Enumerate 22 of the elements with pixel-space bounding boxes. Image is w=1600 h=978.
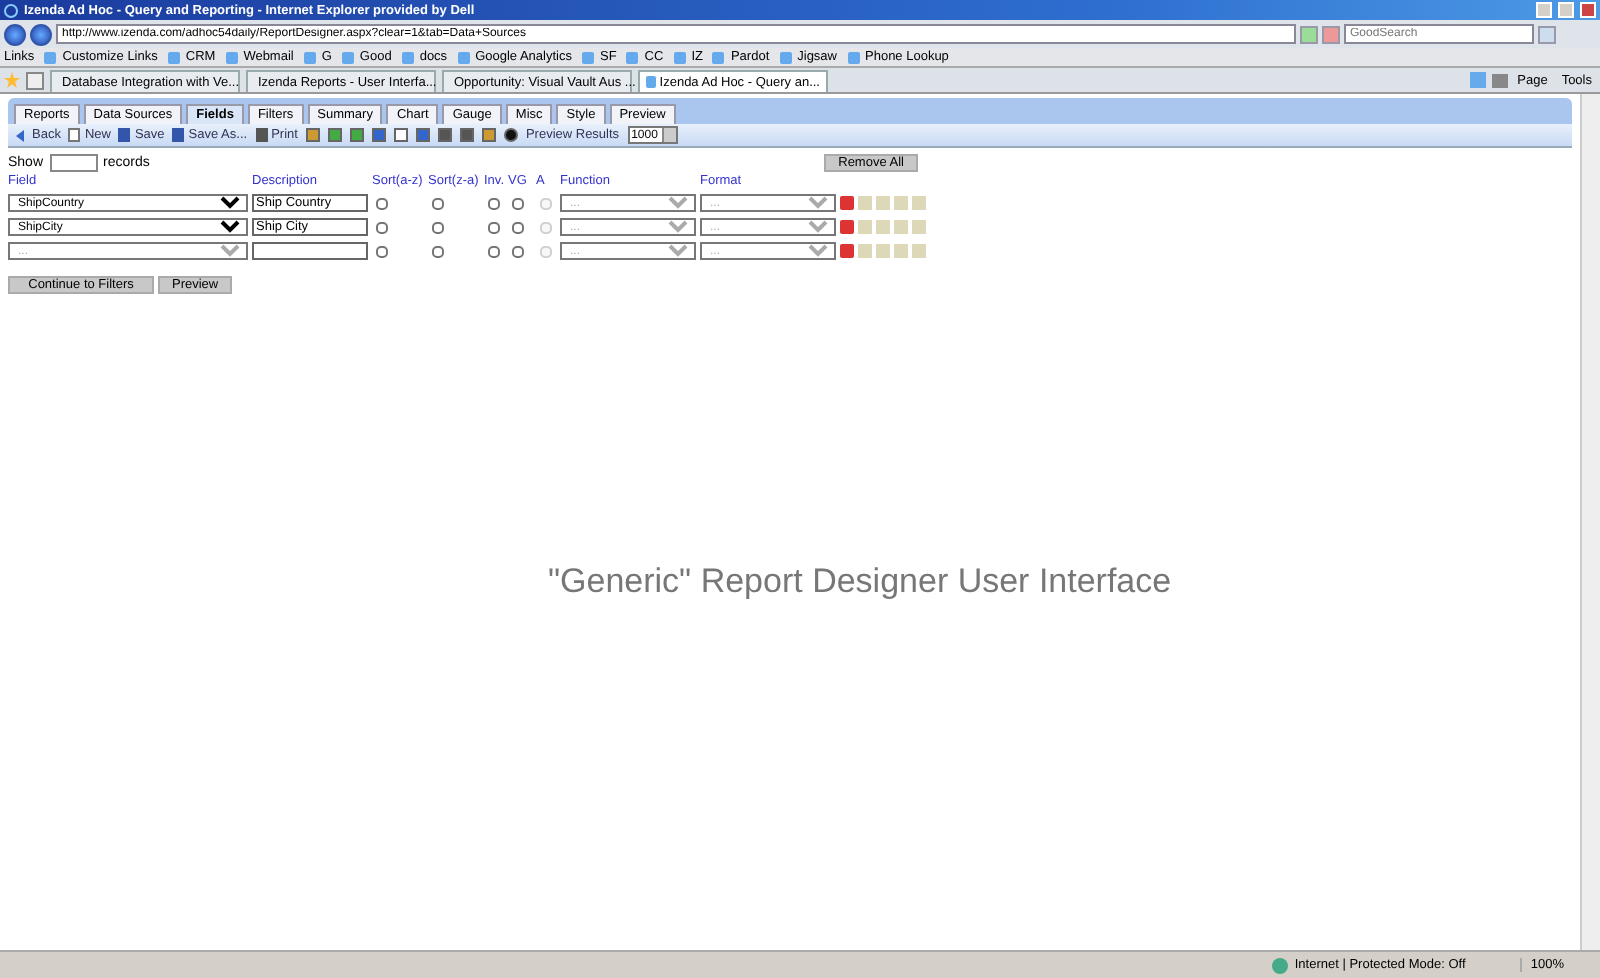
caption-text: "Generic" Report Designer User Interface [548, 562, 1174, 602]
checkbox[interactable] [376, 197, 388, 209]
checkbox[interactable] [376, 221, 388, 233]
checkbox[interactable] [432, 221, 444, 233]
records-count-field[interactable] [49, 154, 98, 172]
checkbox[interactable] [376, 245, 388, 257]
back-button[interactable] [4, 23, 26, 45]
checkbox[interactable] [488, 197, 500, 209]
checkbox[interactable] [432, 197, 444, 209]
forward-button[interactable] [30, 23, 52, 45]
scrollbar[interactable] [1580, 94, 1600, 950]
checkbox[interactable] [512, 197, 524, 209]
checkbox[interactable] [432, 245, 444, 257]
checkbox[interactable] [512, 221, 524, 233]
close-button[interactable] [1580, 2, 1596, 18]
checkbox[interactable] [512, 245, 524, 257]
globe-icon [1272, 957, 1289, 973]
description-field[interactable] [252, 242, 368, 260]
toolbar-icon[interactable] [305, 128, 320, 142]
checkbox[interactable] [488, 221, 500, 233]
checkbox[interactable] [488, 245, 500, 257]
back-arrow-icon[interactable] [16, 129, 24, 141]
